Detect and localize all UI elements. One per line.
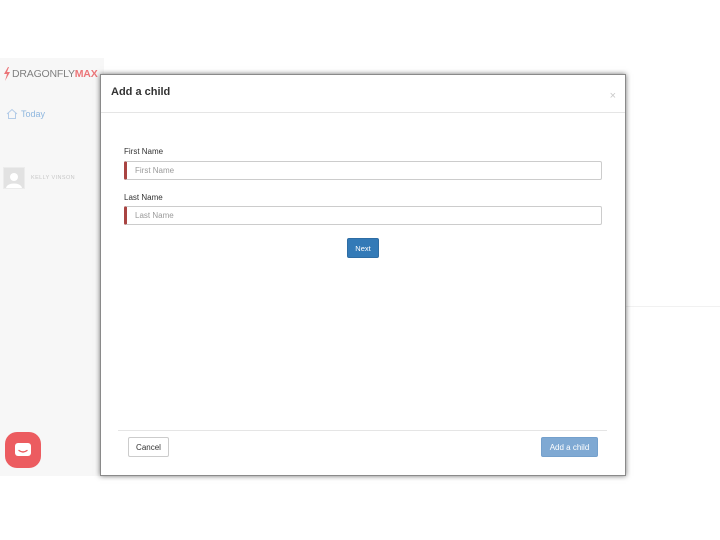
first-name-input[interactable]: [124, 161, 602, 180]
first-name-label: First Name: [124, 147, 164, 156]
last-name-input[interactable]: [124, 206, 602, 225]
modal-title: Add a child: [111, 86, 171, 98]
modal-footer-divider: [118, 430, 607, 431]
add-child-button[interactable]: Add a child: [541, 437, 598, 457]
cancel-button[interactable]: Cancel: [128, 437, 169, 457]
close-icon[interactable]: ×: [610, 91, 616, 102]
modal-header: Add a child ×: [101, 75, 625, 113]
next-button[interactable]: Next: [347, 238, 379, 258]
add-child-modal: Add a child × First Name Last Name Next …: [100, 74, 626, 476]
last-name-label: Last Name: [124, 193, 163, 202]
page-footer-area: [0, 476, 720, 540]
